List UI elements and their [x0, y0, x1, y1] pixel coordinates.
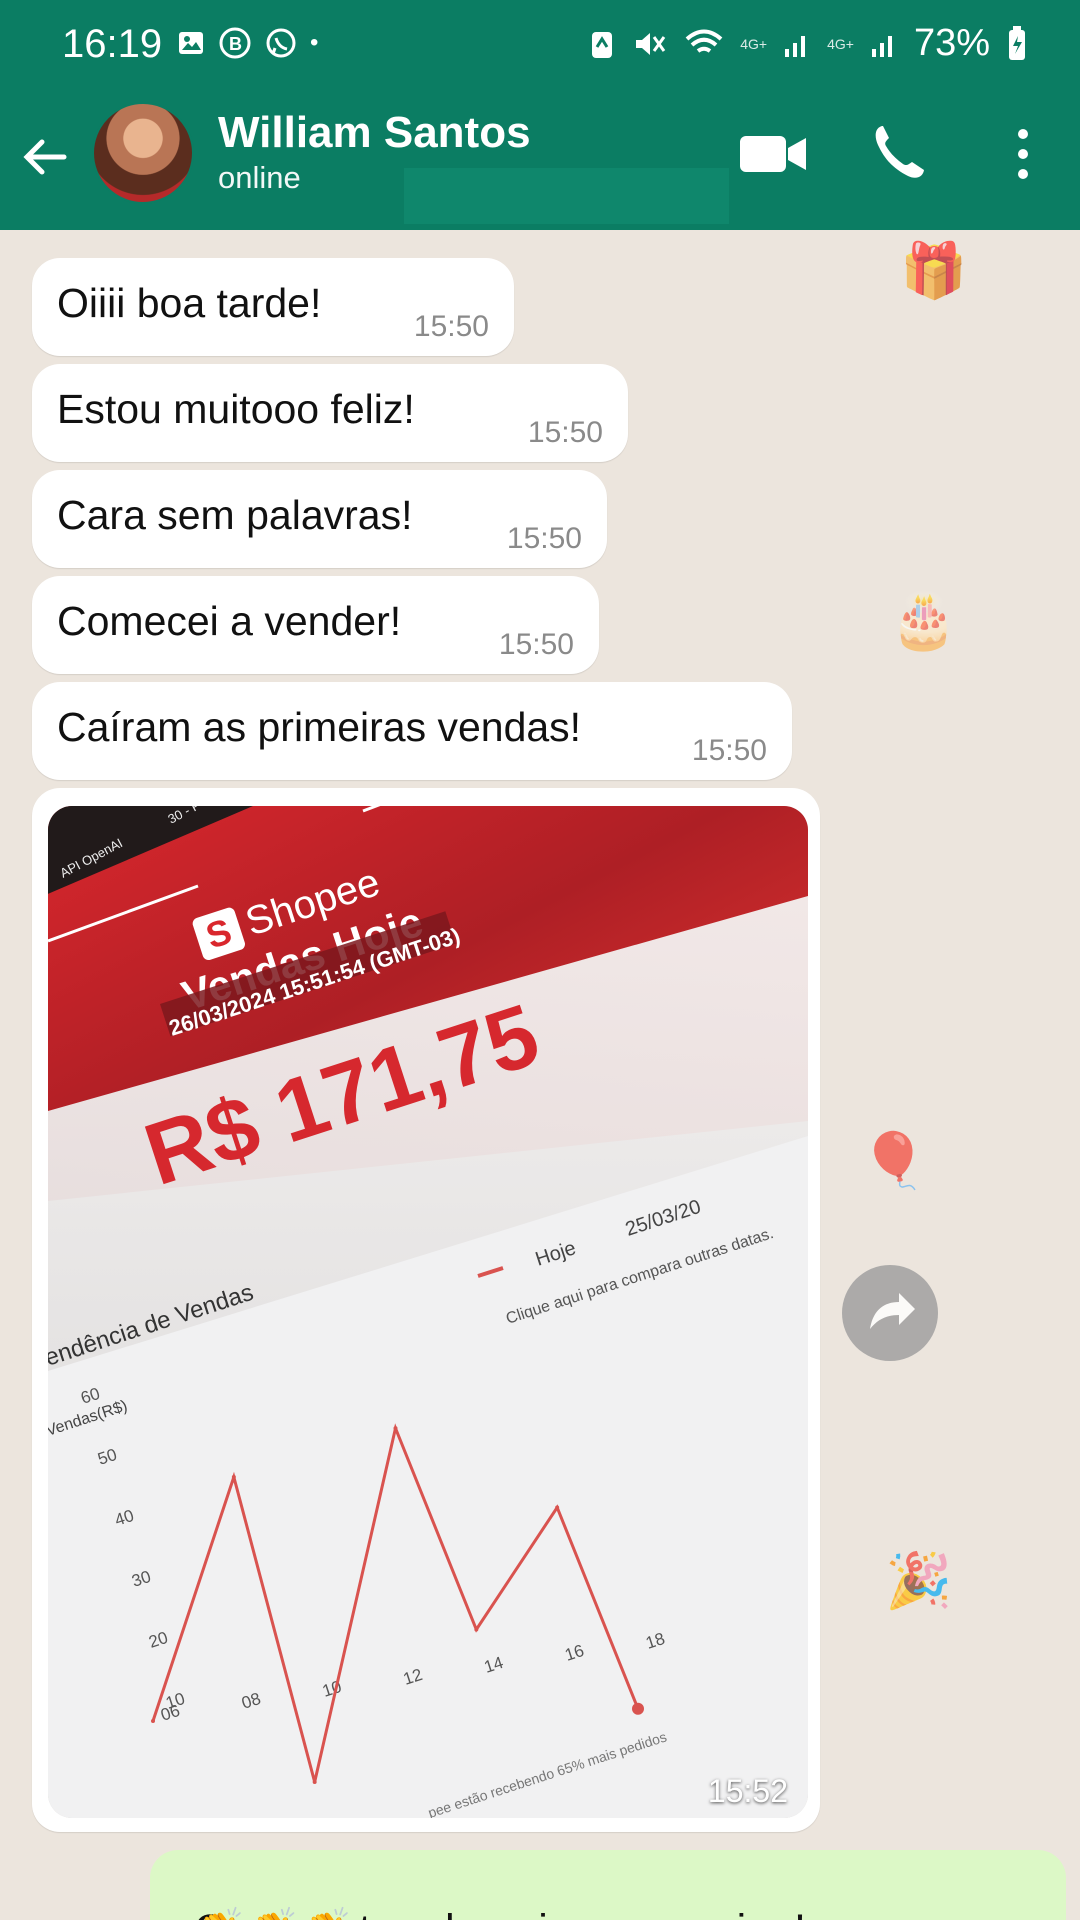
message-bubble[interactable]: Cara sem palavras! 15:50: [32, 470, 607, 568]
message-text: Oiiii boa tarde!: [57, 280, 322, 326]
background-doodle-balloon-icon: 🎈: [860, 1131, 928, 1191]
background-doodle-cake-icon: 🎂: [890, 591, 958, 651]
message-time: 15:50: [527, 416, 603, 449]
image-message-bubble[interactable]: API OpenAI 30 - P S Shopee Vendas Hoje 2…: [32, 788, 820, 1832]
whatsapp-icon: [266, 28, 296, 58]
mute-icon: [636, 32, 666, 55]
chat-area[interactable]: 🎁 🎂 🎈 🎉 Oiiii boa tarde! 15:50 Estou mui…: [0, 230, 1080, 1920]
notification-dot: •: [310, 29, 319, 56]
contact-name[interactable]: William Santos: [218, 108, 531, 158]
message-time: 15:50: [413, 310, 489, 343]
contact-avatar[interactable]: [92, 102, 194, 204]
message-text: Cara sem palavras!: [57, 492, 413, 538]
background-doodle-party-icon: 🎉: [885, 1551, 953, 1611]
voice-call-icon[interactable]: [868, 120, 926, 182]
message-time: 15:50: [691, 734, 767, 767]
outgoing-message-bubble[interactable]: Opaaaa top demais meu amigo! 👏👏👏: [150, 1850, 1066, 1920]
battery-saver-icon: [592, 31, 613, 58]
series-point-hoje: [393, 1426, 398, 1431]
notification-icons: B •: [176, 26, 318, 60]
more-options-icon[interactable]: [1008, 126, 1038, 182]
message-time: 15:50: [506, 522, 582, 555]
contact-status: online: [218, 160, 301, 195]
series-point-hoje: [151, 1719, 155, 1723]
message-text: Estou muitooo feliz!: [57, 386, 415, 432]
message-bubble[interactable]: Estou muitooo feliz! 15:50: [32, 364, 628, 462]
status-time: 16:19: [62, 22, 163, 66]
back-arrow-icon[interactable]: [18, 130, 72, 184]
message-text: Caíram as primeiras vendas!: [57, 704, 582, 750]
shopee-screen-photo: API OpenAI 30 - P S Shopee Vendas Hoje 2…: [48, 806, 808, 1818]
network-label-1: 4G+: [740, 35, 768, 52]
battery-charging-icon: [1009, 25, 1025, 60]
system-status: 4G+ 4G+ 73%: [588, 22, 1028, 65]
battery-percent: 73%: [913, 22, 990, 64]
signal-icon-1: [785, 35, 806, 57]
shopee-sales-photo[interactable]: API OpenAI 30 - P S Shopee Vendas Hoje 2…: [48, 806, 808, 1818]
message-bubble[interactable]: Oiiii boa tarde! 15:50: [32, 258, 514, 356]
image-time: 15:52: [707, 1773, 788, 1809]
series-point-hoje: [632, 1702, 644, 1715]
forward-icon: [870, 1293, 915, 1329]
background-doodle-gift-icon: 🎁: [900, 241, 968, 301]
b-app-icon: B: [219, 27, 251, 59]
series-point-hoje: [312, 1780, 317, 1784]
wifi-icon: [685, 29, 723, 53]
signal-icon-2: [871, 35, 892, 57]
message-time: 15:50: [498, 628, 574, 661]
message-bubble[interactable]: Caíram as primeiras vendas! 15:50: [32, 682, 792, 780]
status-bar: 16:19 B • 4G+ 4G+ 73%: [0, 0, 1080, 92]
series-point-hoje: [474, 1627, 479, 1632]
message-bubble[interactable]: Comecei a vender! 15:50: [32, 576, 599, 674]
gallery-icon: [179, 32, 203, 54]
chat-header: William Santos online: [0, 92, 1080, 230]
message-text: Comecei a vender!: [57, 598, 402, 644]
video-call-icon[interactable]: [738, 130, 808, 178]
svg-text:B: B: [229, 34, 242, 54]
clapping-emoji: 👏👏👏: [194, 1906, 355, 1920]
redaction-box: [404, 168, 729, 224]
forward-button[interactable]: [842, 1265, 938, 1361]
series-point-hoje: [555, 1505, 560, 1510]
series-point-hoje: [231, 1475, 236, 1479]
network-label-2: 4G+: [827, 35, 854, 52]
